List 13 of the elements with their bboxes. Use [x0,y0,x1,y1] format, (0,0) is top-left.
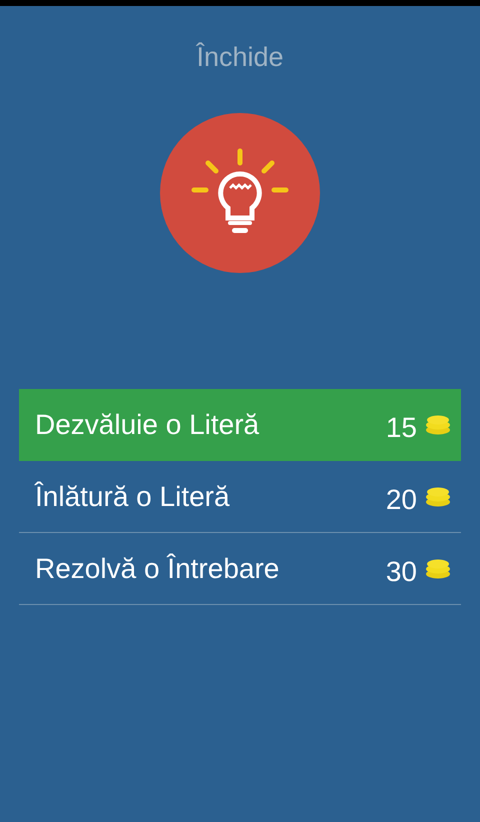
hint-option[interactable]: Înlătură o Literă 20 [19,461,461,533]
hint-label: Înlătură o Literă [35,480,231,512]
hint-label: Rezolvă o Întrebare [35,552,280,584]
lightbulb-icon [160,113,320,273]
hint-option[interactable]: Rezolvă o Întrebare 30 [19,533,461,605]
hint-option[interactable]: Dezvăluie o Literă 15 [19,389,461,461]
price-text: 15 [386,412,417,444]
price-text: 30 [386,556,417,588]
coins-icon [425,486,451,506]
price-text: 20 [386,484,417,516]
hint-label: Dezvăluie o Literă [35,408,260,440]
coins-icon [425,414,451,434]
coins-icon [425,558,451,578]
